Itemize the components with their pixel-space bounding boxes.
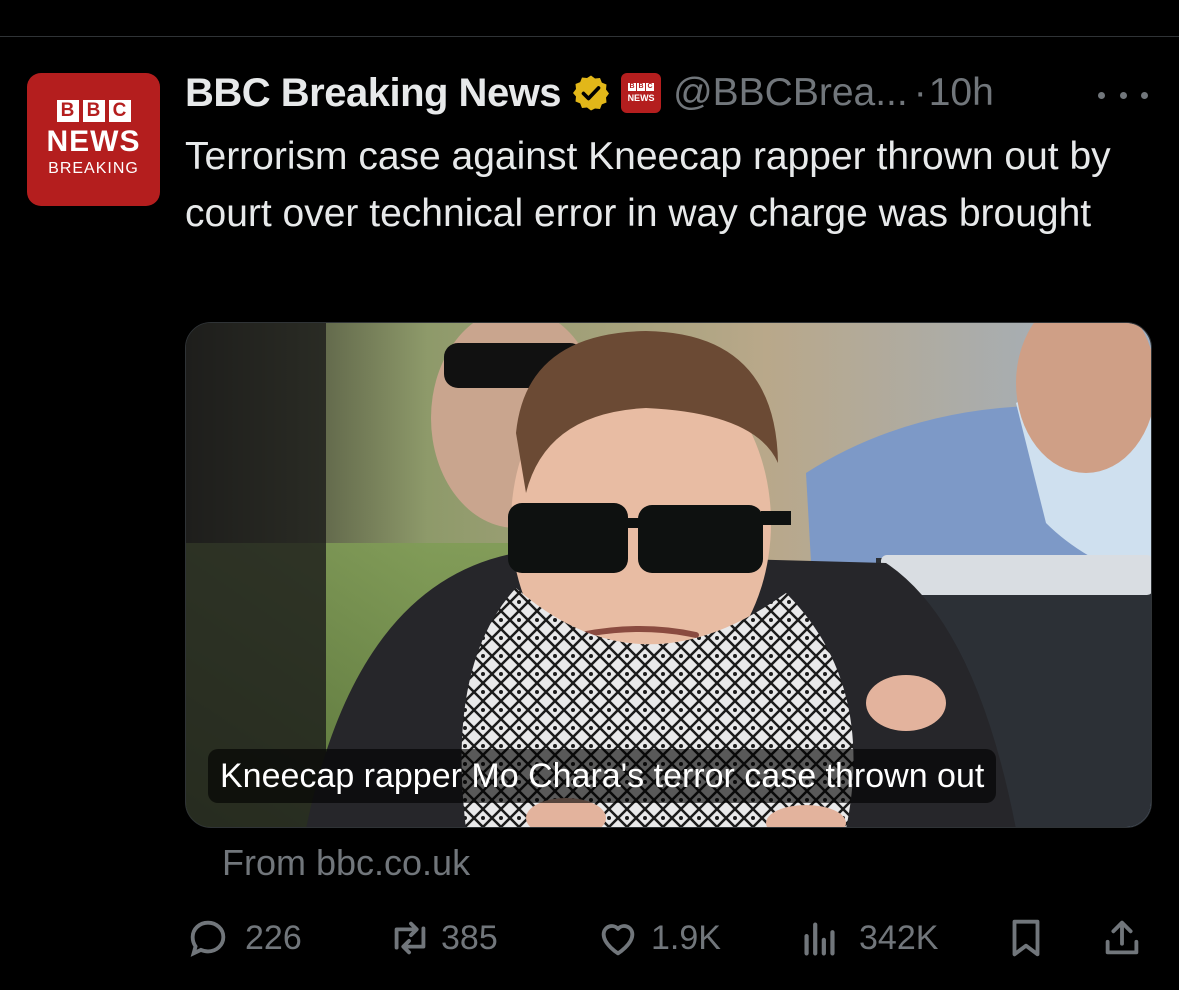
like-icon [601,924,635,956]
author-avatar[interactable]: B B C NEWS BREAKING [27,73,160,206]
bbc-logo-blocks: B B C [56,99,131,122]
reply-icon [190,920,226,957]
bookmark-icon [1012,919,1040,957]
logo-block: C [108,99,131,122]
link-card[interactable]: Kneecap rapper Mo Chara's terror case th… [185,322,1152,828]
more-dot [1141,91,1148,99]
logo-block: C [646,83,655,91]
more-dot [1119,91,1127,99]
logo-block: B [56,99,79,122]
reply-count: 226 [245,918,302,957]
tweet-header: BBC Breaking News B B C NEWS @BBCBrea...… [185,68,994,118]
views-count: 342K [859,918,939,957]
views-button[interactable]: 342K [797,910,938,966]
logo-block: B [637,83,646,91]
author-display-name[interactable]: BBC Breaking News [185,71,562,116]
views-icon [804,922,835,956]
logo-block: B [628,83,637,91]
reply-button[interactable]: 226 [185,910,302,966]
like-count: 1.9K [651,918,721,957]
share-button[interactable] [1099,910,1145,966]
more-options-icon[interactable] [1098,80,1148,110]
more-dot [1098,91,1105,99]
verified-badge-icon[interactable] [571,73,611,113]
affiliation-badge[interactable]: B B C NEWS [621,73,662,113]
affiliation-news-label: NEWS [627,93,655,103]
avatar-breaking-label: BREAKING [48,159,139,177]
bookmark-button[interactable] [1003,910,1049,966]
tweet-separator: · [913,71,927,114]
like-button[interactable]: 1.9K [595,910,721,966]
card-source[interactable]: From bbc.co.uk [222,842,470,884]
card-caption: Kneecap rapper Mo Chara's terror case th… [208,749,997,803]
author-handle[interactable]: @BBCBrea... [673,71,908,115]
affiliation-logo-blocks: B B C [628,83,655,91]
tweet-time[interactable]: 10h [929,71,994,115]
repost-count: 385 [441,918,498,957]
action-bar: 226 385 1.9K 342K [185,910,1155,966]
logo-block: B [82,99,105,122]
repost-icon [394,921,426,955]
top-divider [0,36,1179,37]
repost-button[interactable]: 385 [387,910,498,966]
avatar-news-label: NEWS [46,124,141,158]
tweet-text: Terrorism case against Kneecap rapper th… [185,135,1111,235]
share-icon [1105,920,1139,955]
